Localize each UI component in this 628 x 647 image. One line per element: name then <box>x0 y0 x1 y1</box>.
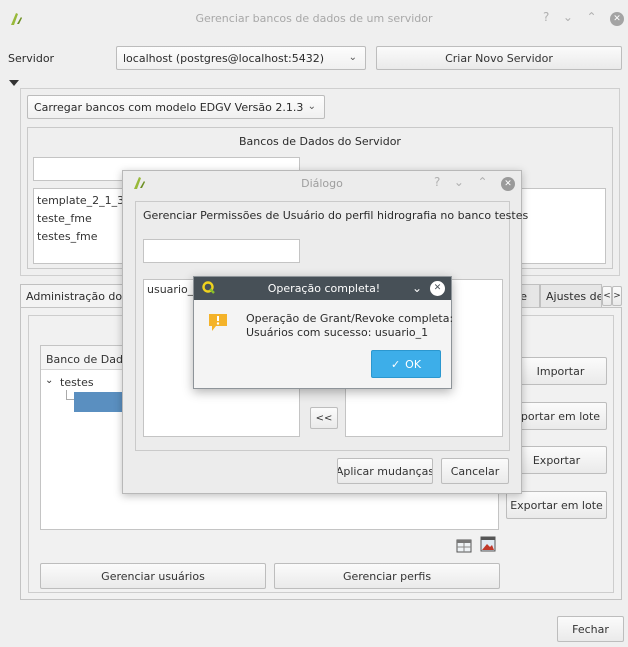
main-titlebar: Gerenciar bancos de dados de um servidor… <box>0 0 628 42</box>
message-close-icon[interactable]: ✕ <box>430 281 445 296</box>
db-list-item[interactable]: testes_fme <box>37 230 97 243</box>
tab-administration[interactable]: Administração do B <box>20 284 125 308</box>
server-combo-value: localhost (postgres@localhost:5432) <box>123 51 325 65</box>
table-icon[interactable] <box>456 538 472 554</box>
dialog-titlebar: Diálogo ? ⌄ ⌃ ✕ <box>123 171 521 195</box>
close-button[interactable]: Fechar <box>557 616 624 642</box>
minimize-icon[interactable]: ⌄ <box>454 175 464 189</box>
chevron-down-icon: ⌄ <box>348 51 357 63</box>
tree-expand-icon[interactable]: ⌄ <box>45 375 53 386</box>
tab-settings[interactable]: Ajustes de <box>540 284 602 308</box>
server-label: Servidor <box>8 52 55 65</box>
tree-item-testes[interactable]: testes <box>60 376 94 389</box>
message-line-2: Usuários com sucesso: usuario_1 <box>246 326 429 339</box>
tree-selected-item[interactable] <box>74 392 126 412</box>
close-icon[interactable]: ✕ <box>501 177 515 191</box>
ok-button-label: OK <box>405 357 422 371</box>
move-left-button[interactable]: << <box>310 407 338 429</box>
db-list-item[interactable]: teste_fme <box>37 212 92 225</box>
maximize-icon[interactable]: ⌃ <box>477 175 487 189</box>
server-combo[interactable]: localhost (postgres@localhost:5432) ⌄ <box>116 46 366 70</box>
dialog-filter-input[interactable] <box>143 239 300 263</box>
new-server-button[interactable]: Criar Novo Servidor <box>376 46 622 70</box>
server-databases-title: Bancos de Dados do Servidor <box>239 135 401 148</box>
help-icon[interactable]: ? <box>543 10 549 24</box>
image-icon[interactable] <box>480 536 496 552</box>
dialog-heading: Gerenciar Permissões de Usuário do perfi… <box>143 209 529 222</box>
minimize-icon[interactable]: ⌄ <box>563 10 573 24</box>
tree-header-label: Banco de Dado <box>46 353 130 366</box>
message-minimize-icon[interactable]: ⌄ <box>412 281 422 295</box>
qgis-logo-icon <box>202 281 216 295</box>
tab-scroll-left-button[interactable]: < <box>602 286 612 306</box>
message-title: Operação completa! <box>267 282 381 295</box>
dialog-cancel-button[interactable]: Cancelar <box>441 458 509 484</box>
ok-button[interactable]: ✓ OK <box>371 350 441 378</box>
manage-profiles-button[interactable]: Gerenciar perfis <box>274 563 500 589</box>
check-icon: ✓ <box>390 357 401 371</box>
message-box: Operação completa! ⌄ ✕ Operação de Grant… <box>193 276 454 389</box>
message-line-1: Operação de Grant/Revoke completa: <box>246 312 454 325</box>
close-icon[interactable]: ✕ <box>610 12 624 26</box>
batch-export-button[interactable]: Exportar em lote <box>506 491 607 519</box>
collapse-arrow-icon[interactable] <box>9 80 19 86</box>
load-model-combo-value: Carregar bancos com modelo EDGV Versão 2… <box>34 100 304 114</box>
tree-branch-line <box>66 390 74 400</box>
maximize-icon[interactable]: ⌃ <box>586 10 596 24</box>
dialog-controls: ? ⌄ ⌃ ✕ <box>424 175 515 191</box>
main-window-controls: ? ⌄ ⌃ ✕ <box>533 10 624 26</box>
apply-changes-button[interactable]: Aplicar mudanças <box>337 458 433 484</box>
message-titlebar: Operação completa! ⌄ ✕ <box>194 277 451 300</box>
import-button[interactable]: Importar <box>514 357 607 385</box>
info-icon <box>207 311 229 333</box>
chevron-down-icon: ⌄ <box>307 100 316 112</box>
db-list-item[interactable]: template_2_1_3 <box>37 194 124 207</box>
tab-scroll-right-button[interactable]: > <box>612 286 622 306</box>
load-model-combo[interactable]: Carregar bancos com modelo EDGV Versão 2… <box>27 95 325 119</box>
help-icon[interactable]: ? <box>434 175 440 189</box>
manage-users-button[interactable]: Gerenciar usuários <box>40 563 266 589</box>
batch-import-button[interactable]: portar em lote <box>514 402 607 430</box>
